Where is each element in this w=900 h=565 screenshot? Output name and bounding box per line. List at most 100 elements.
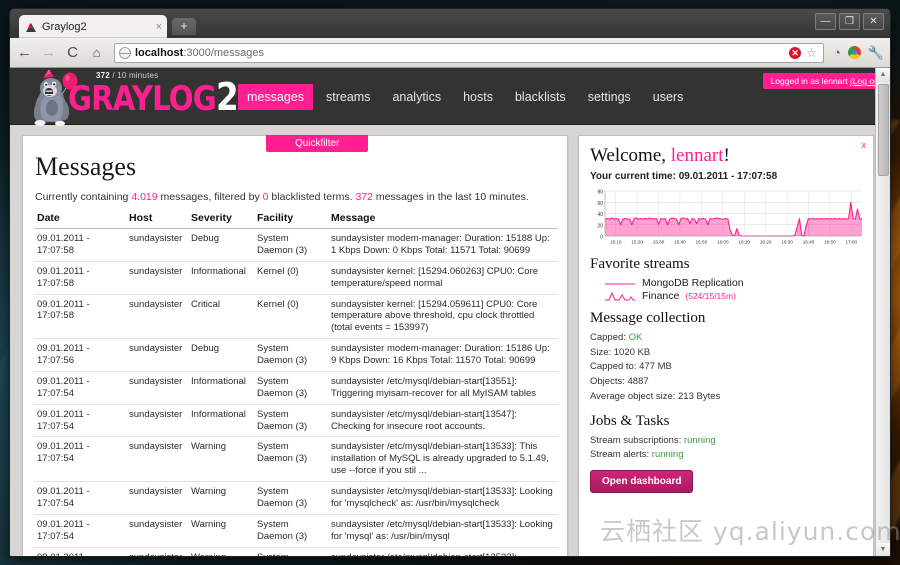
chart-y-tick: 60 <box>597 201 603 207</box>
nav-item-messages[interactable]: messages <box>238 84 313 110</box>
message-text: sundaysister modem-manager: Duration: 15… <box>328 339 558 372</box>
welcome-prefix: Welcome, <box>590 145 671 166</box>
chart-y-tick: 40 <box>597 212 603 218</box>
column-header-host[interactable]: Host <box>126 210 188 229</box>
scroll-up-icon[interactable]: ▲ <box>876 68 890 82</box>
job-stream-alerts: Stream alerts: running <box>590 448 862 463</box>
message-date: 09.01.2011 - 17:07:56 <box>34 339 126 372</box>
nav-item-streams[interactable]: streams <box>317 84 379 110</box>
stream-item-mongodb-replication[interactable]: MongoDB Replication <box>604 277 862 289</box>
table-row[interactable]: 09.01.2011 - 17:07:58sundaysisterInforma… <box>34 261 558 294</box>
quickfilter-button[interactable]: Quickfilter <box>266 135 368 152</box>
message-host: sundaysister <box>126 437 188 482</box>
chart-x-tick: 15:10 <box>610 240 622 245</box>
chart-x-tick: 15:30 <box>653 240 665 245</box>
message-host: sundaysister <box>126 229 188 262</box>
stat-value: 477 MB <box>639 361 672 372</box>
message-severity: Critical <box>188 294 254 339</box>
favorite-streams-heading: Favorite streams <box>590 256 862 273</box>
nav-item-users[interactable]: users <box>644 84 693 110</box>
table-header-row: Date Host Severity Facility Message <box>34 210 558 229</box>
message-text: sundaysister modem-manager: Duration: 15… <box>328 229 558 262</box>
new-tab-button[interactable]: + <box>172 18 196 35</box>
logged-in-label: Logged in as lennart <box>771 76 848 86</box>
welcome-username: lennart <box>671 145 724 166</box>
chart-x-tick: 15:40 <box>674 240 686 245</box>
message-date: 09.01.2011 - 17:07:54 <box>34 547 126 557</box>
stream-item-finance[interactable]: Finance (524/15/15m) <box>604 290 862 302</box>
sparkline-peaks-icon <box>604 290 636 302</box>
close-window-button[interactable]: ✕ <box>863 13 884 30</box>
welcome-suffix: ! <box>724 145 730 166</box>
back-button[interactable]: ← <box>16 45 33 60</box>
message-facility: System Daemon (3) <box>254 514 328 547</box>
message-facility: System Daemon (3) <box>254 371 328 404</box>
compass-icon[interactable]: ◔ <box>833 45 841 60</box>
message-text: sundaysister /etc/mysql/debian-start[135… <box>328 437 558 482</box>
nav-item-settings[interactable]: settings <box>579 84 640 110</box>
table-row[interactable]: 09.01.2011 - 17:07:58sundaysisterDebugSy… <box>34 229 558 262</box>
maximize-button[interactable]: ❐ <box>839 13 860 30</box>
message-collection-heading: Message collection <box>590 310 862 327</box>
open-dashboard-button[interactable]: Open dashboard <box>590 470 693 493</box>
nav-item-blacklists[interactable]: blacklists <box>506 84 575 110</box>
message-severity: Informational <box>188 261 254 294</box>
column-header-message[interactable]: Message <box>328 210 558 229</box>
chrome-logo-icon[interactable] <box>848 46 861 59</box>
scrollbar-thumb[interactable] <box>878 84 889 176</box>
blocked-content-icon[interactable]: ✕ <box>789 47 801 59</box>
home-button[interactable]: ⌂ <box>88 46 105 59</box>
messages-panel: Quickfilter Messages Currently containin… <box>22 135 568 557</box>
nav-item-hosts[interactable]: hosts <box>454 84 502 110</box>
message-date: 09.01.2011 - 17:07:54 <box>34 437 126 482</box>
address-bar[interactable]: localhost:3000/messages ✕ ☆ <box>114 43 824 63</box>
url-path: :3000/messages <box>183 47 264 59</box>
forward-button[interactable]: → <box>40 45 57 60</box>
message-severity: Warning <box>188 514 254 547</box>
scroll-down-icon[interactable]: ▼ <box>876 543 890 557</box>
message-facility: Kernel (0) <box>254 261 328 294</box>
message-facility: Kernel (0) <box>254 294 328 339</box>
message-host: sundaysister <box>126 371 188 404</box>
close-panel-icon[interactable]: x <box>862 140 867 150</box>
message-severity: Debug <box>188 229 254 262</box>
browser-tab[interactable]: Graylog2 × <box>19 15 167 38</box>
web-page: 372 / 10 minutes <box>10 68 890 557</box>
message-host: sundaysister <box>126 261 188 294</box>
page-title: Messages <box>35 152 558 182</box>
reload-button[interactable]: C <box>64 45 81 60</box>
page-scrollbar[interactable]: ▲ ▼ <box>875 68 890 557</box>
summary-prefix: Currently containing <box>35 191 131 203</box>
column-header-severity[interactable]: Severity <box>188 210 254 229</box>
table-row[interactable]: 09.01.2011 - 17:07:56sundaysisterDebugSy… <box>34 339 558 372</box>
table-row[interactable]: 09.01.2011 - 17:07:58sundaysisterCritica… <box>34 294 558 339</box>
stat-label: Objects: <box>590 376 625 387</box>
tab-close-icon[interactable]: × <box>156 21 162 33</box>
table-row[interactable]: 09.01.2011 - 17:07:54sundaysisterInforma… <box>34 371 558 404</box>
message-text: sundaysister /etc/mysql/debian-start[135… <box>328 404 558 437</box>
table-row[interactable]: 09.01.2011 - 17:07:54sundaysisterInforma… <box>34 404 558 437</box>
message-host: sundaysister <box>126 339 188 372</box>
wrench-menu-icon[interactable]: 🔧 <box>868 45 884 61</box>
table-row[interactable]: 09.01.2011 - 17:07:54sundaysisterWarning… <box>34 437 558 482</box>
current-time-label: Your current time: 09.01.2011 - 17:07:58 <box>590 171 862 182</box>
message-date: 09.01.2011 - 17:07:58 <box>34 229 126 262</box>
bookmark-star-icon[interactable]: ☆ <box>806 46 817 60</box>
message-facility: System Daemon (3) <box>254 229 328 262</box>
message-severity: Warning <box>188 482 254 515</box>
column-header-date[interactable]: Date <box>34 210 126 229</box>
table-row[interactable]: 09.01.2011 - 17:07:54sundaysisterWarning… <box>34 547 558 557</box>
chart-y-tick: 20 <box>597 223 603 229</box>
column-header-facility[interactable]: Facility <box>254 210 328 229</box>
main-navigation: messages streams analytics hosts blackli… <box>238 84 692 110</box>
chart-svg: 02040608015:1015:2015:3015:4015:5016:001… <box>588 189 864 247</box>
messages-activity-chart: 02040608015:1015:2015:3015:4015:5016:001… <box>588 189 864 247</box>
minimize-button[interactable]: — <box>815 13 836 30</box>
stat-label: Size: <box>590 347 611 358</box>
nav-item-analytics[interactable]: analytics <box>383 84 450 110</box>
table-row[interactable]: 09.01.2011 - 17:07:54sundaysisterWarning… <box>34 482 558 515</box>
job-status: running <box>652 449 684 460</box>
table-row[interactable]: 09.01.2011 - 17:07:54sundaysisterWarning… <box>34 514 558 547</box>
message-host: sundaysister <box>126 294 188 339</box>
address-bar-url: localhost:3000/messages <box>135 47 264 59</box>
